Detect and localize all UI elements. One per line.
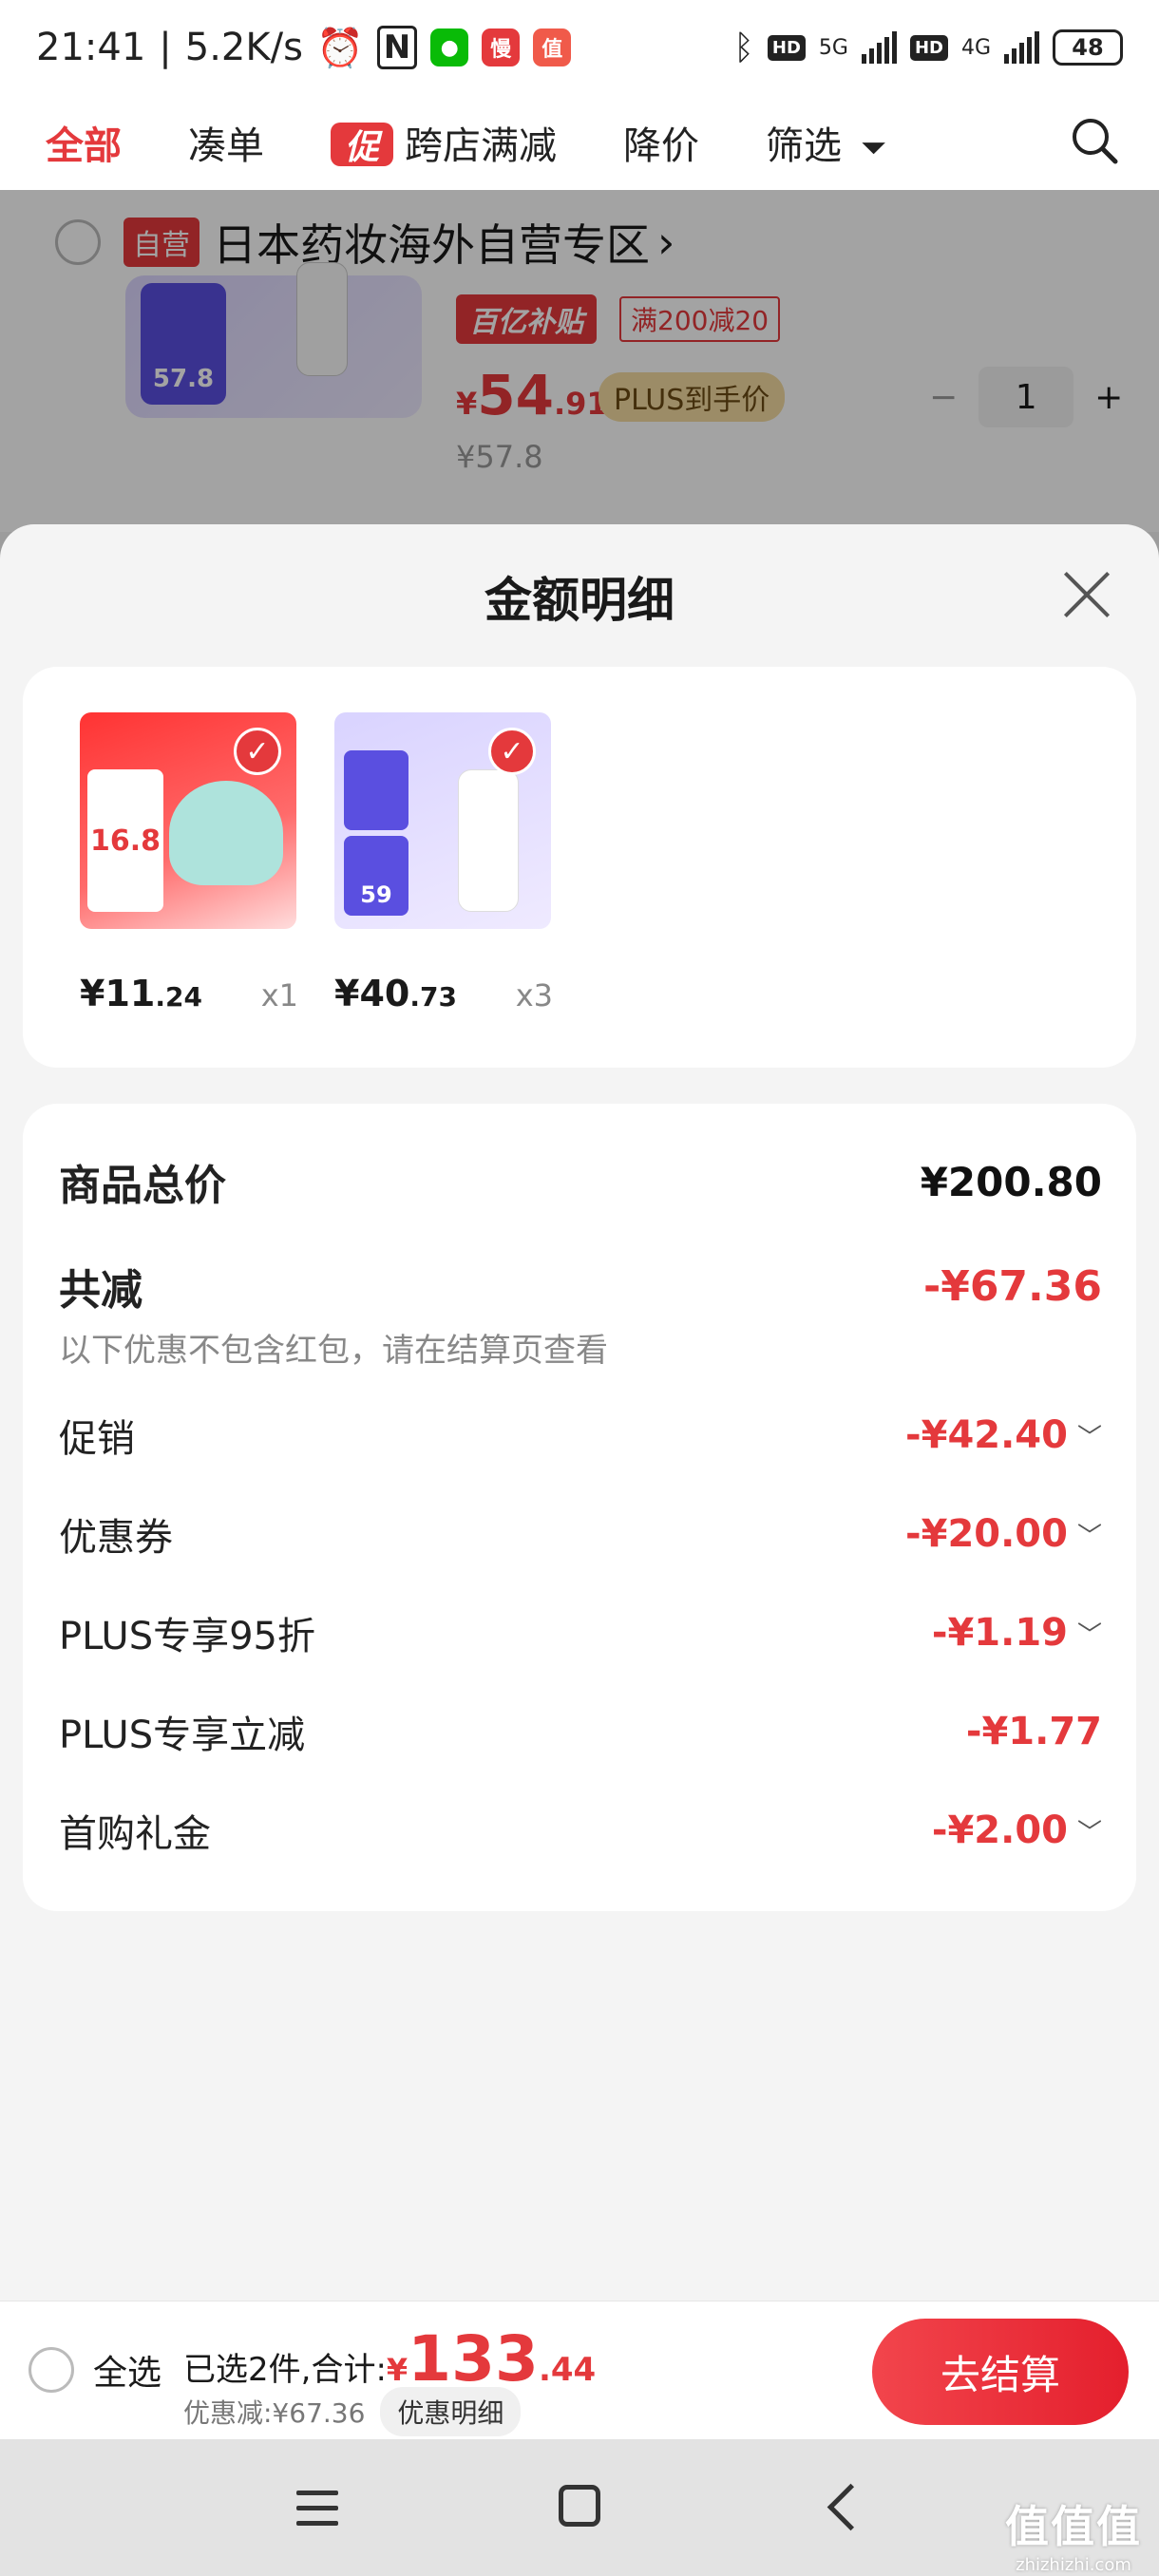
discount-label: PLUS专享立减 (59, 1714, 306, 1757)
status-bar: 21:41 | 5.2K/s ⏰ N ● 慢 值 ᛒ HD 5G HD 4G 4… (0, 0, 1159, 95)
list-item[interactable]: 59 ✓ ¥40.73 x3 (334, 712, 553, 1014)
discount-value: -¥20.00 (905, 1512, 1068, 1556)
total-discount-row: 共减 -¥67.36 (59, 1256, 1102, 1316)
search-icon[interactable] (1070, 116, 1119, 165)
discount-row-plus95[interactable]: PLUS专享95折 -¥1.19 ﹀ (59, 1605, 1102, 1660)
discount-label: 促销 (59, 1417, 135, 1461)
filter-icon: ⏷ (861, 129, 887, 167)
sum-symbol: ¥ (386, 2352, 408, 2388)
check-icon: ✓ (234, 728, 281, 775)
menu-icon[interactable] (296, 2491, 338, 2527)
discount-value: -¥1.19 (931, 1611, 1068, 1655)
system-nav-bar (0, 2439, 1159, 2576)
wechat-icon: ● (430, 28, 469, 66)
total-price-label: 商品总价 (59, 1162, 226, 1210)
product-bottle (458, 769, 519, 912)
item-count: x1 (260, 977, 298, 1013)
checkout-button[interactable]: 去结算 (872, 2319, 1129, 2425)
thumbnail-price-label: 59 (344, 836, 408, 916)
bluetooth-icon: ᛒ (733, 28, 754, 67)
back-icon[interactable] (825, 2487, 863, 2525)
product-thumbnail: 59 ✓ (334, 712, 551, 929)
amount-detail-sheet: 金额明细 16.8 ✓ ¥11.24 x1 59 ✓ ¥40 .73 x3 商品… (0, 524, 1159, 2301)
price-breakdown-card: 商品总价 ¥200.80 共减 -¥67.36 以下优惠不包含红包，请在结算页查… (23, 1104, 1136, 1911)
chevron-down-icon: ﹀ (1076, 1423, 1102, 1452)
item-price-dec: .73 (409, 981, 457, 1013)
cream-jar (169, 781, 283, 885)
tab-filter-label: 筛选 (766, 124, 842, 168)
discount-row-coupon[interactable]: 优惠券 -¥20.00 ﹀ (59, 1506, 1102, 1562)
app-man-icon: 慢 (482, 28, 521, 66)
sum-int: 133 (408, 2322, 539, 2396)
chevron-down-icon: ﹀ (1076, 1620, 1102, 1650)
tab-price-drop[interactable]: 降价 (623, 115, 699, 170)
item-price-int: ¥11 (80, 973, 156, 1014)
cart-tabs: 全部 凑单 促跨店满减 降价 筛选 ⏷ (0, 95, 1159, 190)
checkout-bar: 全选 已选2件,合计: ¥133.44 优惠减:¥67.36 优惠明细 去结算 (0, 2301, 1159, 2439)
discount-value: -¥1.77 (965, 1710, 1102, 1753)
check-icon: ✓ (488, 728, 536, 775)
network-speed: 5.2K/s (184, 26, 303, 69)
cart-page: 21:41 | 5.2K/s ⏰ N ● 慢 值 ᛒ HD 5G HD 4G 4… (0, 0, 1159, 2576)
discount-summary-text: 优惠减:¥67.36 (183, 2397, 366, 2429)
discount-label: 首购礼金 (59, 1812, 211, 1856)
discount-note: 以下优惠不包含红包，请在结算页查看 (59, 1332, 608, 1370)
thumbnail-price-label: 16.8 (87, 769, 163, 912)
network-type-1: 5G (818, 35, 848, 60)
select-all-label: 全选 (93, 2354, 162, 2393)
network-type-2: 4G (960, 35, 991, 60)
discount-summary: 优惠减:¥67.36 优惠明细 (183, 2387, 522, 2436)
hd-icon-2: HD (909, 34, 948, 61)
watermark: 值值值 zhizhizhi.com (1005, 2492, 1142, 2575)
select-all[interactable]: 全选 (28, 2345, 162, 2395)
sum-dec: .44 (538, 2351, 597, 2389)
close-icon[interactable] (1062, 570, 1112, 619)
product-thumbnail: 16.8 ✓ (80, 712, 296, 929)
tab-cross-store[interactable]: 促跨店满减 (331, 115, 557, 170)
discount-row-plus-instant: PLUS专享立减 -¥1.77 (59, 1704, 1102, 1759)
selected-count-text: 已选2件,合计: (183, 2351, 387, 2389)
status-time: 21:41 (36, 26, 146, 69)
list-item[interactable]: 16.8 ✓ ¥11.24 x1 (80, 712, 298, 1014)
home-icon[interactable] (559, 2485, 600, 2527)
discount-label: PLUS专享95折 (59, 1615, 315, 1658)
total-price-value: ¥200.80 (920, 1158, 1102, 1205)
item-price: ¥40.73 x3 (334, 973, 553, 1014)
total-price-row: 商品总价 ¥200.80 (59, 1151, 1102, 1212)
thumbnail-block (344, 750, 408, 830)
discount-value: -¥2.00 (931, 1809, 1068, 1852)
battery-icon: 48 (1053, 29, 1123, 66)
status-separator: | (159, 26, 172, 69)
hd-icon: HD (767, 34, 806, 61)
discount-value: -¥42.40 (905, 1413, 1068, 1457)
item-count: x3 (515, 977, 553, 1013)
discount-row-first-purchase[interactable]: 首购礼金 -¥2.00 ﹀ (59, 1803, 1102, 1858)
signal-icon (861, 31, 897, 64)
total-discount-label: 共减 (59, 1266, 142, 1315)
chevron-down-icon: ﹀ (1076, 1522, 1102, 1551)
discount-detail-button[interactable]: 优惠明细 (380, 2387, 522, 2436)
sheet-title: 金额明细 (484, 573, 674, 628)
discount-row-promotion[interactable]: 促销 -¥42.40 ﹀ (59, 1408, 1102, 1463)
tab-all[interactable]: 全部 (46, 115, 122, 170)
item-price-dec: .24 (155, 981, 202, 1013)
alarm-icon: ⏰ (315, 26, 364, 70)
tab-bundle[interactable]: 凑单 (188, 115, 264, 170)
items-card: 16.8 ✓ ¥11.24 x1 59 ✓ ¥40.73 x3 (23, 667, 1136, 1068)
tab-cross-store-label: 跨店满减 (405, 124, 557, 168)
signal-icon-2 (1004, 31, 1039, 64)
watermark-logo: 值值值 (1005, 2501, 1142, 2552)
item-price-int: ¥40 (334, 973, 410, 1014)
item-price: ¥11.24 x1 (80, 973, 298, 1014)
app-zhi-icon: 值 (533, 28, 572, 66)
total-discount-value: -¥67.36 (922, 1261, 1102, 1311)
select-all-checkbox[interactable] (28, 2347, 74, 2393)
total-summary: 已选2件,合计: ¥133.44 (183, 2322, 596, 2396)
nfc-icon: N (376, 26, 418, 69)
chevron-down-icon: ﹀ (1076, 1818, 1102, 1847)
promo-badge: 促 (331, 123, 393, 167)
watermark-url: zhizhizhi.com (1016, 2555, 1131, 2575)
discount-label: 优惠券 (59, 1516, 173, 1560)
tab-filter[interactable]: 筛选 ⏷ (766, 115, 886, 170)
